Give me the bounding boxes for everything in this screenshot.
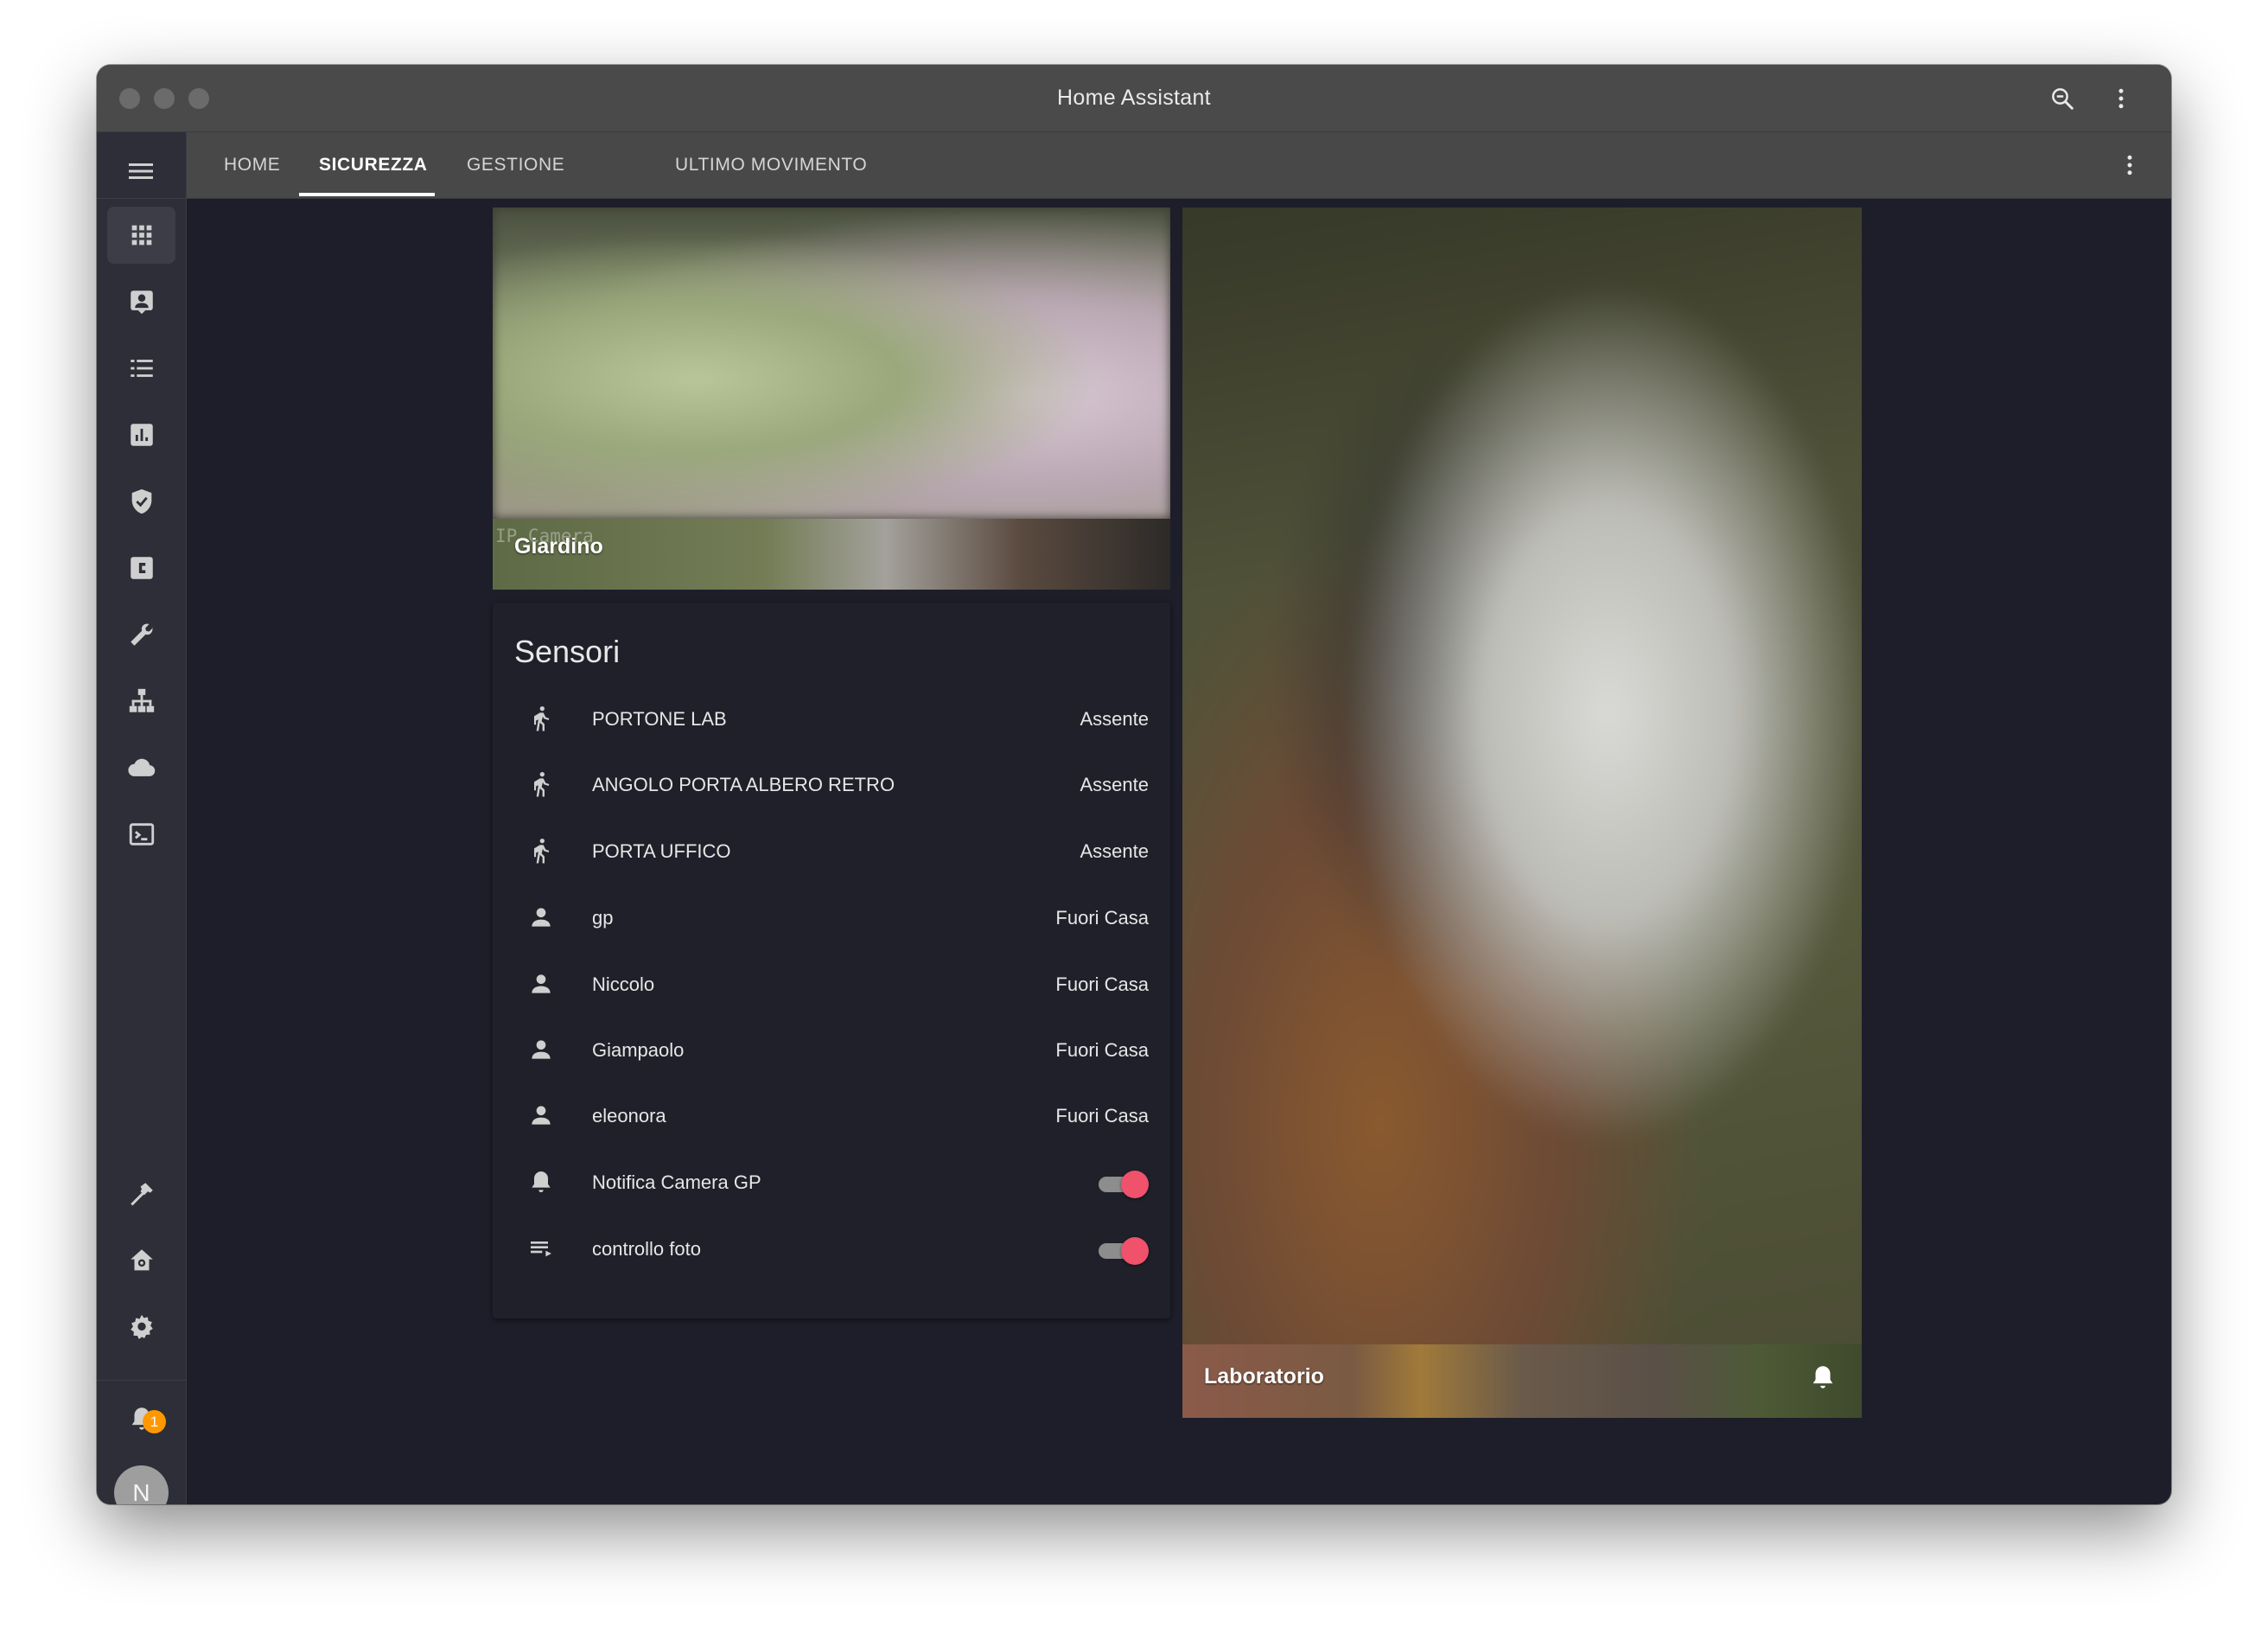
entity-name: controllo foto <box>592 1238 701 1260</box>
camera-name: Giardino <box>514 534 603 558</box>
sidebar-item-supervisor[interactable] <box>107 1232 175 1289</box>
wrench-icon <box>130 623 153 646</box>
cloud-icon <box>127 758 155 776</box>
entity-state: Fuori Casa <box>1055 973 1149 995</box>
tab-gestione[interactable]: GESTIONE <box>467 132 564 198</box>
bell-icon[interactable] <box>1808 1363 1838 1396</box>
more-vertical-icon[interactable] <box>2104 81 2138 116</box>
camera-card-giardino[interactable]: IP Camera Giardino <box>493 207 1170 590</box>
entity-state: Assente <box>1080 708 1150 730</box>
sidebar-divider <box>97 198 186 199</box>
sidebar-item-terminal[interactable] <box>107 806 175 863</box>
entity-row[interactable]: PORTA UFFICO Assente <box>493 818 1170 884</box>
entity-name: PORTONE LAB <box>592 708 727 730</box>
walk-icon <box>524 701 558 736</box>
notifica-camera-toggle[interactable] <box>1097 1169 1149 1198</box>
entity-state: Assente <box>1080 840 1150 862</box>
sidebar-divider <box>97 1380 186 1381</box>
entity-state: Fuori Casa <box>1055 1039 1149 1061</box>
sidebar-item-configurator[interactable] <box>107 539 175 597</box>
entity-name: eleonora <box>592 1105 666 1127</box>
entity-state: Assente <box>1080 774 1150 795</box>
entity-state: Fuori Casa <box>1055 1105 1149 1127</box>
home-gear-icon <box>130 1249 153 1271</box>
top-navigation: HOME SICUREZZA GESTIONE ULTIMO MOVIMENTO <box>187 132 2171 199</box>
window-title: Home Assistant <box>1057 86 1211 110</box>
sensors-card: Sensori PORTONE LAB Assente ANGOLO PORTA… <box>493 603 1170 1318</box>
account-icon <box>524 1032 558 1067</box>
sidebar-item-logbook[interactable] <box>107 340 175 397</box>
sidebar-item-tools[interactable] <box>107 606 175 663</box>
menu-icon[interactable] <box>121 158 161 184</box>
sidebar: 1 N <box>97 132 187 1504</box>
entity-name: ANGOLO PORTA ALBERO RETRO <box>592 774 895 795</box>
camera-name: Laboratorio <box>1204 1364 1324 1388</box>
walk-icon <box>524 767 558 801</box>
controllo-foto-toggle[interactable] <box>1097 1235 1149 1265</box>
settings-gear-icon <box>130 1314 153 1340</box>
sidebar-item-cloud[interactable] <box>107 739 175 796</box>
entity-state: Fuori Casa <box>1055 907 1149 929</box>
sidebar-item-overview[interactable] <box>107 207 175 264</box>
list-icon <box>130 360 153 377</box>
entity-name: Giampaolo <box>592 1039 685 1061</box>
hammer-icon <box>130 1183 153 1206</box>
chart-box-icon <box>130 424 153 446</box>
search-icon[interactable] <box>2045 81 2080 116</box>
tab-home[interactable]: HOME <box>224 132 280 198</box>
entity-row[interactable]: eleonora Fuori Casa <box>493 1082 1170 1148</box>
bell-icon <box>524 1165 558 1199</box>
entity-row[interactable]: controllo foto <box>493 1216 1170 1281</box>
notification-badge: 1 <box>143 1410 166 1433</box>
dashboard-grid-icon <box>131 225 151 246</box>
camera-image <box>1182 207 1862 1418</box>
entity-row[interactable]: Giampaolo Fuori Casa <box>493 1017 1170 1082</box>
toggle-knob <box>1121 1171 1149 1198</box>
account-icon <box>524 900 558 935</box>
entity-row[interactable]: Niccolo Fuori Casa <box>493 951 1170 1017</box>
account-box-icon <box>130 290 153 315</box>
sidebar-item-settings[interactable] <box>107 1299 175 1356</box>
camera-image <box>493 207 1170 519</box>
app-window: Home Assistant 1 N HOME SICUREZZA GESTIO… <box>97 65 2171 1504</box>
user-avatar[interactable]: N <box>114 1465 169 1504</box>
sidebar-item-developer-tools[interactable] <box>107 1165 175 1222</box>
entity-row[interactable]: Notifica Camera GP <box>493 1149 1170 1215</box>
tab-ultimo-movimento[interactable]: ULTIMO MOVIMENTO <box>675 132 867 198</box>
more-vertical-icon[interactable] <box>2112 148 2147 182</box>
sidebar-item-security[interactable] <box>107 473 175 530</box>
title-bar: Home Assistant <box>97 65 2171 132</box>
shield-check-icon <box>131 488 151 514</box>
sitemap-icon <box>129 688 154 712</box>
letter-c-box-icon <box>130 557 153 579</box>
entity-row[interactable]: gp Fuori Casa <box>493 884 1170 950</box>
entity-name: Niccolo <box>592 973 655 995</box>
entity-name: Notifica Camera GP <box>592 1171 761 1193</box>
walk-icon <box>524 833 558 868</box>
entity-name: PORTA UFFICO <box>592 840 731 862</box>
toggle-knob <box>1121 1237 1149 1265</box>
entity-name: gp <box>592 907 614 929</box>
entity-row[interactable]: ANGOLO PORTA ALBERO RETRO Assente <box>493 751 1170 817</box>
card-title: Sensori <box>514 634 621 669</box>
sidebar-item-network[interactable] <box>107 673 175 730</box>
active-tab-indicator <box>299 193 435 196</box>
playlist-play-icon <box>524 1231 558 1266</box>
entity-row[interactable]: PORTONE LAB Assente <box>493 686 1170 751</box>
console-icon <box>129 823 154 846</box>
camera-card-laboratorio[interactable]: Laboratorio <box>1182 207 1862 1418</box>
account-icon <box>524 1098 558 1133</box>
sidebar-item-history[interactable] <box>107 406 175 463</box>
sidebar-item-people[interactable] <box>107 273 175 330</box>
account-icon <box>524 967 558 1001</box>
tab-sicurezza[interactable]: SICUREZZA <box>319 132 428 198</box>
